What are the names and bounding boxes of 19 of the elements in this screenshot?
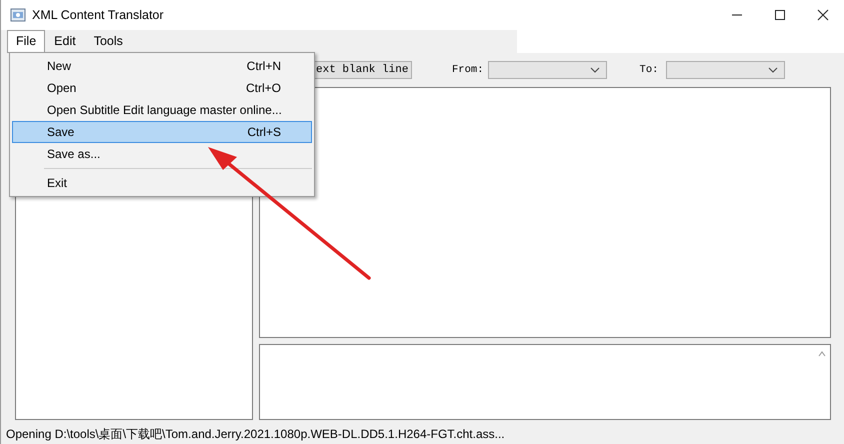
menu-entry[interactable]: Exit <box>12 172 312 194</box>
menu-entry[interactable]: Save as... <box>12 143 312 165</box>
chevron-icon <box>590 67 600 73</box>
chevron-icon <box>768 67 778 73</box>
status-text: Opening D:\tools\桌面\下载吧\Tom.and.Jerry.2021.1080p.WEB-DL.DD5.1.H264-FGT.cht.ass... <box>5 426 506 443</box>
app-icon <box>10 7 26 23</box>
window-title: XML Content Translator <box>32 8 164 22</box>
menu-item[interactable]: File <box>7 30 46 53</box>
to-label: To: <box>640 64 658 76</box>
from-label: From: <box>452 64 484 76</box>
menu-entry[interactable]: Open Subtitle Edit language master online... <box>12 99 312 121</box>
scroll-up-icon[interactable] <box>818 351 826 357</box>
menu-entry[interactable]: Open Ctrl+O <box>12 77 312 99</box>
maximize-icon[interactable] <box>774 9 786 21</box>
menu-item[interactable]: Tools <box>84 30 132 53</box>
close-icon[interactable] <box>817 9 829 21</box>
target-text-area[interactable] <box>259 344 831 420</box>
menu-entry[interactable]: Save Ctrl+S <box>12 121 312 143</box>
menu-item[interactable]: Edit <box>45 30 85 53</box>
